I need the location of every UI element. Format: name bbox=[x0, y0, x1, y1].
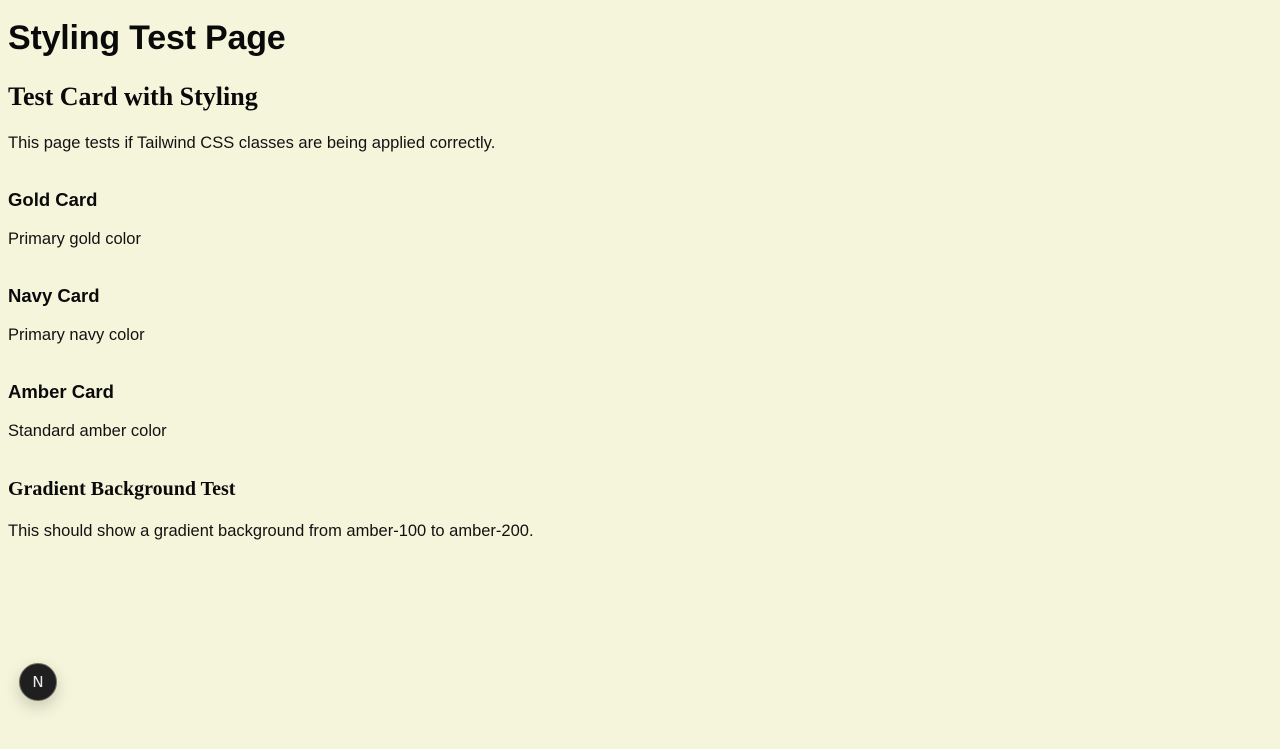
gradient-test-title: Gradient Background Test bbox=[8, 478, 236, 500]
test-card-title: Test Card with Styling bbox=[8, 82, 258, 111]
gold-card-description: Primary gold color bbox=[8, 230, 141, 248]
page-title: Styling Test Page bbox=[8, 19, 286, 57]
navy-card-title: Navy Card bbox=[8, 285, 100, 306]
nextjs-dev-tools-button[interactable]: N bbox=[19, 663, 57, 701]
test-card-description: This page tests if Tailwind CSS classes … bbox=[8, 134, 496, 152]
amber-card-description: Standard amber color bbox=[8, 422, 167, 440]
navy-card-description: Primary navy color bbox=[8, 326, 145, 344]
nextjs-icon: N bbox=[32, 672, 44, 691]
gold-card-title: Gold Card bbox=[8, 189, 98, 210]
amber-card-title: Amber Card bbox=[8, 381, 114, 402]
gradient-test-description: This should show a gradient background f… bbox=[8, 522, 534, 540]
